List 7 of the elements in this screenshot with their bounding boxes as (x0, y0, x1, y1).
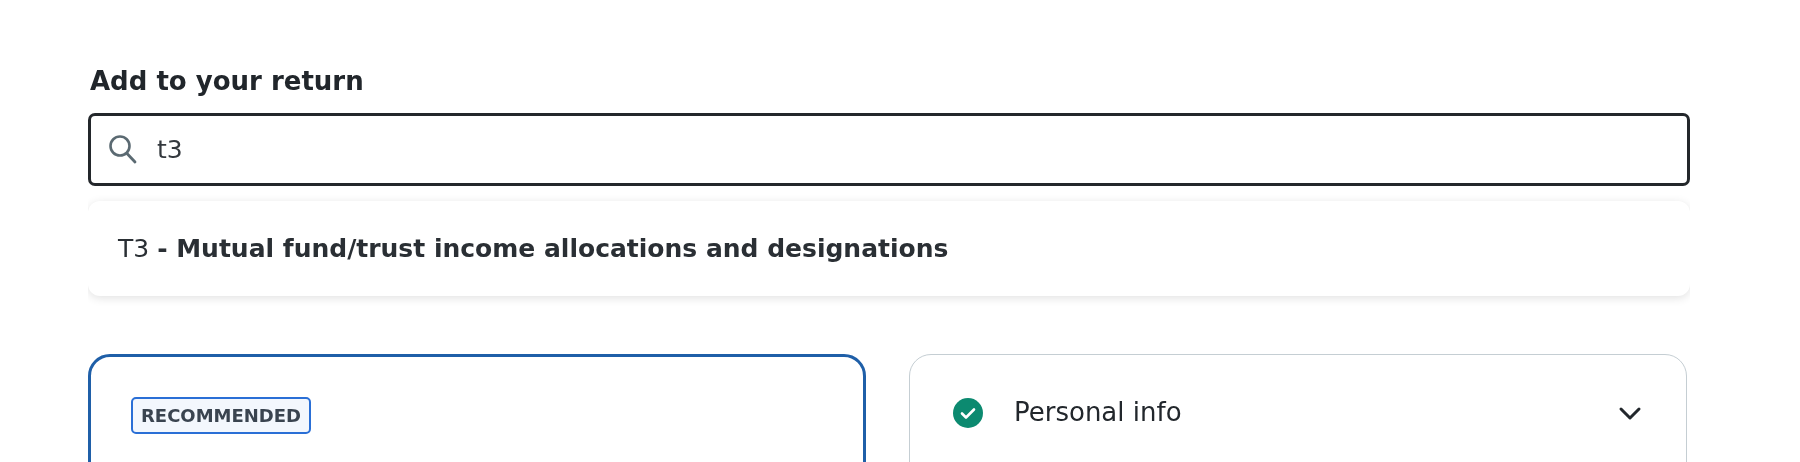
section-heading: Add to your return (90, 65, 365, 98)
section-label: Personal info (1014, 396, 1183, 429)
section-card[interactable]: Personal info (909, 354, 1687, 462)
suggestion-item[interactable]: T3 - Mutual fund/trust income allocations and designations (118, 229, 949, 268)
recommended-card[interactable]: RECOMMENDED (88, 354, 866, 462)
recommended-badge: RECOMMENDED (131, 397, 312, 434)
search-field[interactable]: t3 (88, 113, 1690, 186)
